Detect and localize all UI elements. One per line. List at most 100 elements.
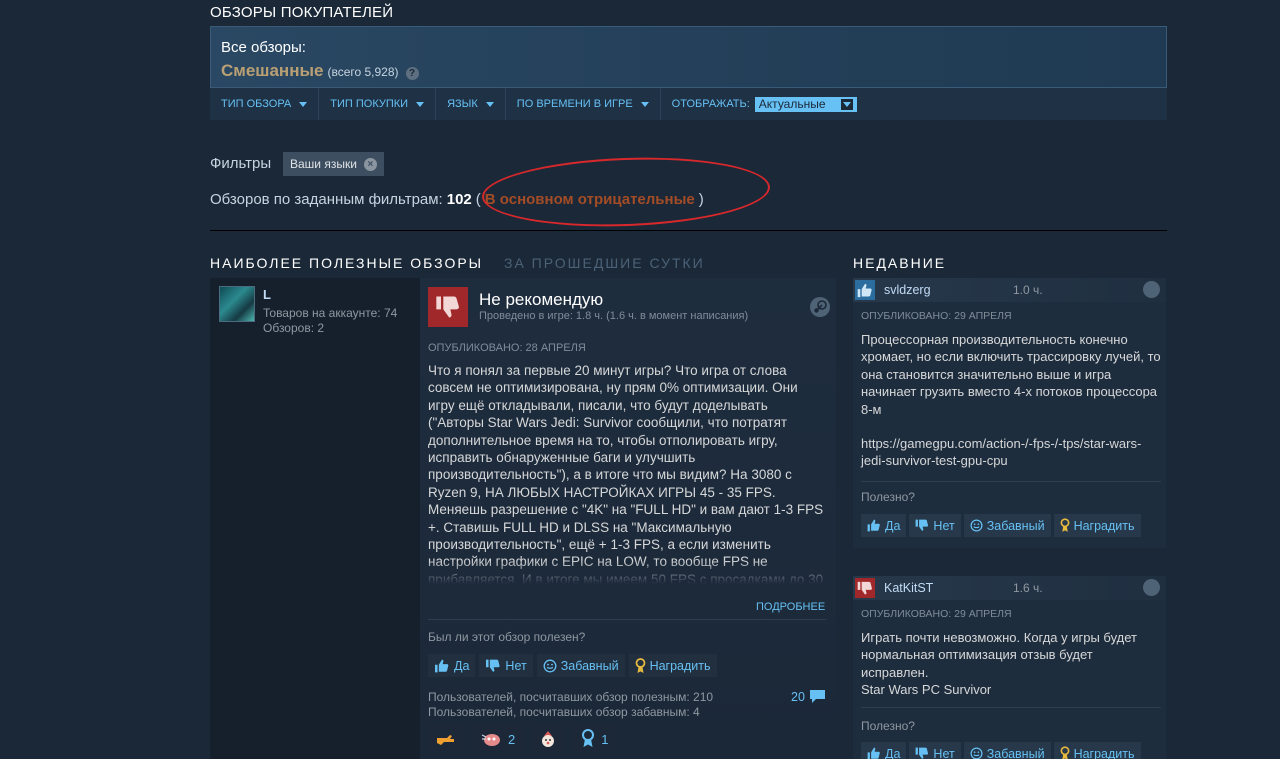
thumbs-down-icon — [428, 287, 468, 327]
thumbs-up-icon — [434, 659, 450, 673]
vote-no-button[interactable]: Нет — [909, 742, 961, 759]
award-item[interactable]: 1 — [573, 725, 617, 753]
award-icon — [1060, 746, 1070, 759]
award-label: Наградить — [1073, 746, 1135, 759]
caret-down-icon — [299, 101, 308, 107]
author-name[interactable]: L — [263, 287, 271, 302]
dropdown-arrow-icon — [840, 98, 853, 110]
filter-label: ЯЗЫК — [447, 98, 478, 110]
filter-purchase-type[interactable]: ТИП ПОКУПКИ — [319, 88, 437, 120]
open-paren: ( — [475, 191, 481, 208]
most-helpful-heading: НАИБОЛЕЕ ПОЛЕЗНЫЕ ОБЗОРЫ — [210, 255, 484, 271]
recent-posted-date: ОПУБЛИКОВАНО: 29 АПРЕЛЯ — [861, 608, 1012, 620]
vote-no-label: Нет — [505, 658, 527, 673]
summary-label: Все обзоры: — [221, 39, 306, 56]
steam-icon — [1143, 281, 1160, 298]
recent-author-name[interactable]: KatKitST — [884, 581, 933, 595]
filter-bar: ТИП ОБЗОРА ТИП ПОКУПКИ ЯЗЫК ПО ВРЕМЕНИ В… — [210, 88, 1167, 120]
recent-hours: 1.6 ч. — [1013, 581, 1043, 595]
vote-yes-button[interactable]: Да — [861, 514, 907, 537]
review-body: Что я понял за первые 20 минут игры? Что… — [428, 363, 824, 584]
author-products[interactable]: Товаров на аккаунте: 74 — [263, 306, 397, 320]
comment-count: 20 — [791, 689, 805, 704]
award-icon — [1060, 518, 1070, 533]
recent-heading: НЕДАВНИЕ — [853, 255, 947, 271]
recent-review-header: svldzerg 1.0 ч. — [853, 278, 1166, 302]
thumbs-down-icon — [915, 519, 929, 532]
recent-author-name[interactable]: svldzerg — [884, 283, 931, 297]
author-reviews[interactable]: Обзоров: 2 — [263, 321, 324, 335]
time-period-subheading[interactable]: ЗА ПРОШЕДШИЕ СУТКИ — [504, 255, 705, 271]
recent-vote-buttons: Да Нет Забавный Наградить — [861, 514, 1141, 537]
vote-buttons: Да Нет Забавный Наградить — [428, 654, 717, 677]
caret-down-icon — [485, 101, 494, 107]
recent-review-header: KatKitST 1.6 ч. — [853, 576, 1166, 600]
vote-yes-button[interactable]: Да — [861, 742, 907, 759]
comments-link[interactable]: 20 — [791, 689, 826, 704]
recent-helpful-question: Полезно? — [861, 490, 915, 504]
display-value: Актуальные — [758, 96, 826, 111]
vote-funny-label: Забавный — [986, 746, 1045, 759]
language-filter-chip[interactable]: Ваши языки × — [283, 152, 384, 176]
award-item[interactable]: 2 — [472, 725, 524, 753]
vote-no-button[interactable]: Нет — [909, 514, 961, 537]
thumbs-up-icon — [867, 519, 881, 532]
recent-review-body: Играть почти невозможно. Когда у игры бу… — [861, 630, 1138, 680]
display-select[interactable]: Актуальные — [754, 96, 857, 112]
caret-down-icon — [640, 101, 649, 107]
filter-review-type[interactable]: ТИП ОБЗОРА — [210, 88, 320, 120]
awards-row: 2 1 — [428, 725, 617, 753]
display-label: ОТОБРАЖАТЬ: — [671, 98, 750, 110]
filter-language[interactable]: ЯЗЫК — [436, 88, 506, 120]
summary-rating[interactable]: Смешанные — [221, 61, 323, 81]
vote-yes-label: Да — [454, 658, 470, 673]
thumbs-down-icon — [855, 578, 875, 598]
smiley-icon — [970, 747, 983, 759]
remove-filter-icon[interactable]: × — [363, 157, 377, 171]
filtered-count: 102 — [446, 191, 472, 208]
avatar[interactable] — [219, 286, 255, 322]
award-item[interactable] — [428, 725, 464, 753]
clown-face-icon — [540, 730, 556, 748]
award-item[interactable] — [531, 725, 566, 753]
section-title: ОБЗОРЫ ПОКУПАТЕЛЕЙ — [210, 4, 394, 21]
review-playtime: Проведено в игре: 1.8 ч. (1.6 ч. в момен… — [479, 310, 749, 322]
help-icon[interactable]: ? — [405, 67, 419, 80]
funny-stat: Пользователей, посчитавших обзор забавны… — [428, 705, 700, 719]
vote-funny-button[interactable]: Забавный — [963, 514, 1051, 537]
steam-icon — [1143, 579, 1160, 596]
vote-no-label: Нет — [933, 518, 955, 533]
filter-display: ОТОБРАЖАТЬ: Актуальные — [661, 88, 868, 120]
award-count: 1 — [601, 731, 609, 747]
award-button[interactable]: Наградить — [628, 654, 717, 677]
vote-funny-button[interactable]: Забавный — [963, 742, 1051, 759]
cat-face-icon — [480, 731, 502, 747]
ribbon-award-icon — [581, 729, 595, 749]
summary-line: Смешанные (всего 5,928) ? — [221, 61, 419, 81]
vote-funny-button[interactable]: Забавный — [536, 654, 625, 677]
filter-label: ПО ВРЕМЕНИ В ИГРЕ — [516, 98, 633, 110]
divider — [210, 230, 1167, 231]
separator — [861, 481, 1161, 482]
smiley-icon — [543, 659, 557, 673]
recent-review-card: svldzerg 1.0 ч. ОПУБЛИКОВАНО: 29 АПРЕЛЯ … — [853, 278, 1166, 548]
recent-hours: 1.0 ч. — [1013, 283, 1043, 297]
read-more-link[interactable]: ПОДРОБНЕЕ — [756, 601, 825, 613]
vote-no-button[interactable]: Нет — [479, 654, 533, 677]
filter-label: ТИП ПОКУПКИ — [330, 98, 409, 110]
vote-yes-button[interactable]: Да — [428, 654, 476, 677]
filter-playtime[interactable]: ПО ВРЕМЕНИ В ИГРЕ — [506, 88, 661, 120]
vote-funny-label: Забавный — [986, 518, 1045, 533]
review-fade — [428, 560, 826, 584]
smiley-icon — [970, 519, 983, 532]
award-button[interactable]: Наградить — [1053, 514, 1141, 537]
recent-review-link[interactable]: https://gamegpu.com/action-/-fps-/-tps/s… — [861, 435, 1161, 470]
comment-bubble-icon — [809, 689, 826, 704]
vote-yes-label: Да — [885, 518, 901, 533]
thumbs-up-icon — [867, 747, 881, 759]
vote-no-label: Нет — [933, 746, 955, 759]
award-button[interactable]: Наградить — [1053, 742, 1141, 759]
review-verdict[interactable]: Не рекомендую — [479, 290, 603, 310]
steam-icon — [810, 297, 830, 317]
filters-label: Фильтры — [210, 155, 272, 172]
